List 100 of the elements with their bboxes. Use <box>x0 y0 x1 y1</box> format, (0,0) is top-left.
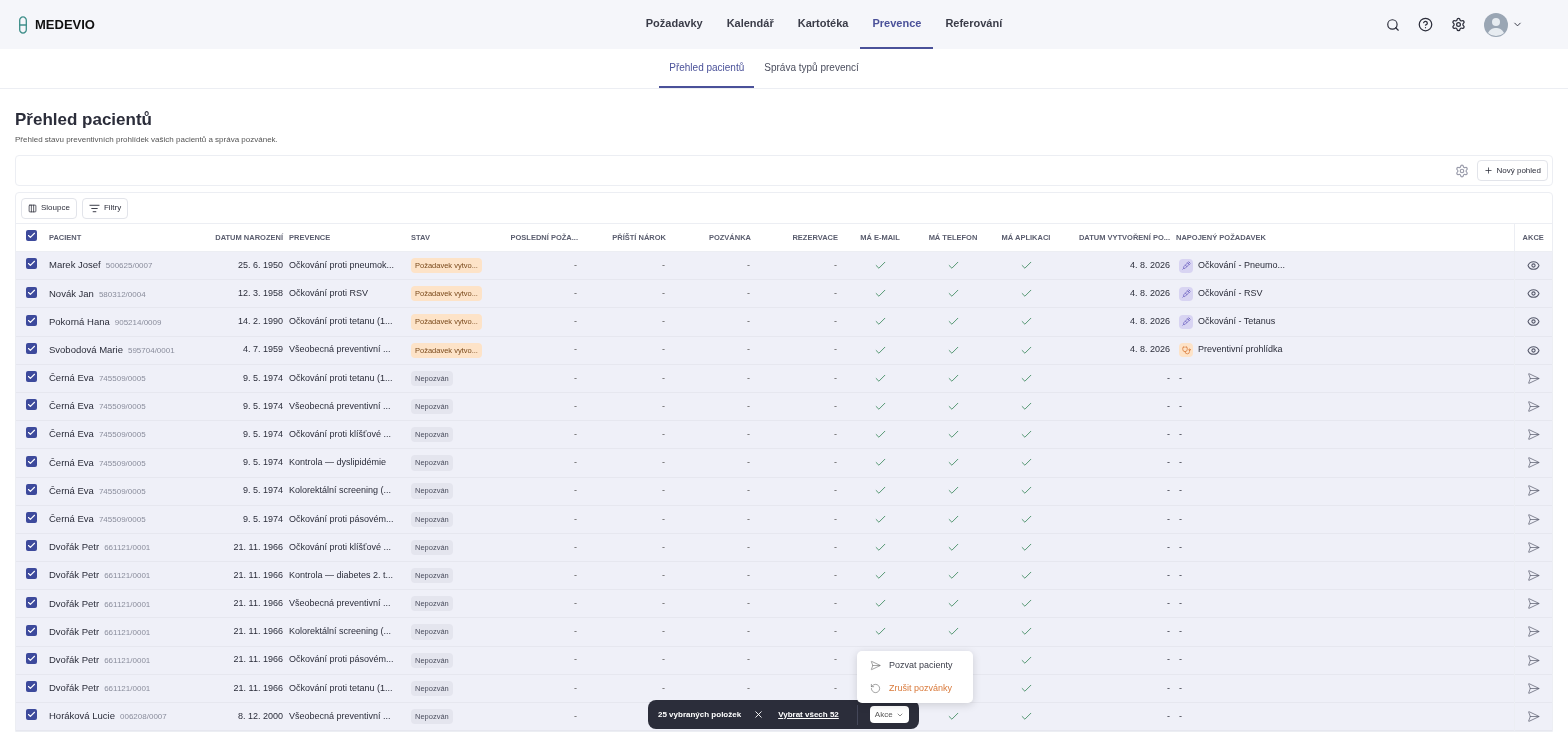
table-cell: Kolorektální screening (... <box>289 626 392 637</box>
table-cell: - <box>1167 372 1170 383</box>
linked-request[interactable]: Preventivní prohlídka <box>1198 343 1283 357</box>
actions-button[interactable]: Akce <box>869 706 909 723</box>
checkbox[interactable] <box>25 483 37 495</box>
send-icon[interactable] <box>1526 484 1540 498</box>
view-icon[interactable] <box>1526 258 1540 272</box>
linked-request: - <box>1179 371 1182 385</box>
table-cell: - <box>834 598 837 609</box>
table-cell: - <box>834 541 837 552</box>
linked-request: - <box>1179 653 1182 667</box>
table-cell: - <box>1167 400 1170 411</box>
checkbox[interactable] <box>25 314 37 326</box>
table-cell: - <box>662 316 665 327</box>
checkbox[interactable] <box>25 624 37 636</box>
help-icon[interactable] <box>1418 17 1433 32</box>
table-cell: - <box>662 428 665 439</box>
close-icon[interactable] <box>753 709 765 720</box>
send-icon[interactable] <box>1526 681 1540 695</box>
table-cell: - <box>574 513 577 524</box>
patient-name: Pokorná Hana <box>49 315 110 327</box>
subtab[interactable]: Správa typů prevencí <box>754 49 869 88</box>
send-icon[interactable] <box>1526 569 1540 583</box>
linked-request[interactable]: Očkování - Tetanus <box>1198 315 1276 329</box>
checkbox[interactable] <box>25 258 37 270</box>
table-cell: Očkování proti klíšťové ... <box>289 428 391 439</box>
linked-request[interactable]: Očkování - RSV <box>1198 287 1263 301</box>
view-icon[interactable] <box>1526 343 1540 357</box>
checkbox[interactable] <box>25 342 37 354</box>
table-cell: - <box>747 654 750 665</box>
checkbox[interactable] <box>25 681 37 693</box>
birth-number: 661121/0001 <box>104 599 151 609</box>
subtab[interactable]: Přehled pacientů <box>659 49 755 88</box>
send-icon[interactable] <box>1526 512 1540 526</box>
linked-request[interactable]: Očkování - Pneumo... <box>1198 258 1286 273</box>
view-icon[interactable] <box>1526 287 1540 301</box>
table-cell: - <box>1167 569 1170 580</box>
table-cell: - <box>747 541 750 552</box>
table-cell: - <box>1167 654 1170 665</box>
search-icon[interactable] <box>1386 17 1400 32</box>
send-icon[interactable] <box>1526 597 1540 611</box>
table-cell: - <box>834 259 837 270</box>
checkbox[interactable] <box>25 540 37 552</box>
send-icon[interactable] <box>1526 709 1540 723</box>
patient-name: Černá Eva <box>49 456 94 468</box>
send-icon[interactable] <box>1526 540 1540 554</box>
linked-request: - <box>1179 597 1182 611</box>
nav-tab[interactable]: Referování <box>933 0 1015 49</box>
birth-number: 661121/0001 <box>104 571 151 581</box>
table-cell: - <box>834 316 837 327</box>
send-icon[interactable] <box>1526 399 1540 413</box>
checkbox[interactable] <box>25 596 37 608</box>
birth-number: 006208/0007 <box>120 712 167 722</box>
table-cell: - <box>574 372 577 383</box>
nav-tab[interactable]: Kartotéka <box>785 0 861 49</box>
table-cell: - <box>834 372 837 383</box>
nav-tab[interactable]: Požadavky <box>633 0 715 49</box>
send-icon[interactable] <box>1526 625 1540 639</box>
menu-item[interactable]: Pozvat pacienty <box>857 654 973 677</box>
checkbox[interactable] <box>25 427 37 439</box>
checkbox[interactable] <box>25 652 37 664</box>
checkbox[interactable] <box>25 512 37 524</box>
table-cell: - <box>574 682 577 693</box>
checkbox[interactable] <box>25 455 37 467</box>
settings-icon[interactable] <box>1451 17 1466 32</box>
view-icon[interactable] <box>1526 315 1540 329</box>
table-cell: 8. 12. 2000 <box>237 710 283 721</box>
send-icon[interactable] <box>1526 653 1540 667</box>
linked-request: - <box>1179 484 1182 498</box>
filters-button[interactable]: Filtry <box>81 197 129 219</box>
checkbox[interactable] <box>25 286 37 298</box>
birth-number: 745509/0005 <box>98 515 146 525</box>
table-cell: - <box>1167 485 1170 496</box>
checkbox[interactable] <box>25 709 37 721</box>
checkbox[interactable] <box>25 568 37 580</box>
checkbox[interactable] <box>25 230 37 242</box>
table-cell: - <box>834 682 837 693</box>
table-cell: Kontrola — diabetes 2. t... <box>289 569 394 580</box>
checkbox[interactable] <box>25 371 37 383</box>
patient-name: Černá Eva <box>49 428 94 440</box>
new-view-button[interactable]: Nový pohled <box>1476 160 1548 181</box>
send-icon[interactable] <box>1526 428 1540 442</box>
table-cell: - <box>574 259 577 270</box>
table-cell: 9. 5. 1974 <box>242 372 283 383</box>
send-icon[interactable] <box>1526 371 1540 385</box>
table-cell: - <box>747 682 750 693</box>
columns-button[interactable]: Sloupce <box>21 197 77 219</box>
table-cell: Kolorektální screening (... <box>289 485 392 496</box>
birth-number: 661121/0001 <box>104 627 151 637</box>
send-icon[interactable] <box>1526 456 1540 470</box>
checkbox[interactable] <box>25 399 37 411</box>
table-cell: - <box>662 682 665 693</box>
table-cell: 4. 8. 2026 <box>1129 316 1170 327</box>
table-cell: 21. 11. 1966 <box>233 626 283 637</box>
birth-number: 661121/0001 <box>104 684 151 694</box>
table-cell: - <box>834 428 837 439</box>
table-cell: - <box>1167 682 1170 693</box>
select-all-link[interactable]: Vybrat všech 52 <box>778 708 839 721</box>
nav-tab[interactable]: Kalendář <box>714 0 786 49</box>
nav-tab[interactable]: Prevence <box>860 0 934 49</box>
